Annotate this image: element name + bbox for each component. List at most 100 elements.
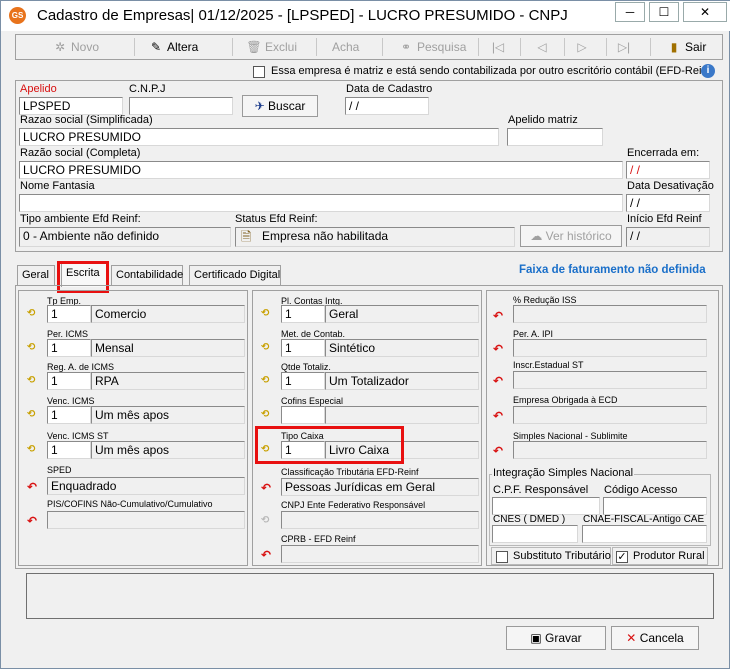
info-icon[interactable]: i: [701, 64, 715, 78]
buscar-button[interactable]: ✈ Buscar: [242, 95, 318, 117]
lookup-arrow-icon[interactable]: ↶: [493, 310, 507, 322]
codigo-acesso-label: Código Acesso: [604, 484, 678, 496]
message-area: [26, 573, 714, 619]
encerrada-field[interactable]: / /: [626, 161, 710, 179]
reg-icms-code[interactable]: 1: [47, 372, 91, 390]
lookup-arrow-icon[interactable]: ↶: [493, 410, 507, 422]
cofins-especial-code[interactable]: [281, 406, 325, 424]
lookup-arrow-icon[interactable]: ⟲: [261, 342, 275, 354]
lookup-arrow-icon[interactable]: ⟲: [27, 409, 41, 421]
cnae-field[interactable]: [582, 525, 707, 543]
next-record-button[interactable]: ▷: [574, 37, 596, 57]
data-cadastro-label: Data de Cadastro: [346, 83, 433, 95]
buscar-label: Buscar: [268, 99, 306, 113]
title-bar: GS Cadastro de Empresas| 01/12/2025 - [L…: [1, 1, 731, 31]
inicio-efd-field: / /: [626, 227, 710, 247]
cnpj-label: C.N.P.J: [129, 83, 166, 95]
per-icms-code[interactable]: 1: [47, 339, 91, 357]
binoculars-icon: ⚭: [400, 40, 412, 54]
data-desativacao-field[interactable]: / /: [626, 194, 710, 212]
inscr-estadual-st-field: [513, 371, 707, 389]
trash-icon: 🗑: [246, 40, 262, 54]
lookup-arrow-icon[interactable]: ↶: [261, 482, 275, 494]
lookup-arrow-icon[interactable]: ⟲: [261, 308, 275, 320]
tab-certificado-digital[interactable]: Certificado Digital: [189, 265, 281, 285]
lookup-arrow-icon[interactable]: ⟲: [261, 375, 275, 387]
reg-icms-desc: RPA: [91, 372, 245, 390]
apelido-matriz-field[interactable]: [507, 128, 603, 146]
pl-contas-code[interactable]: 1: [281, 305, 325, 323]
venc-icms-code[interactable]: 1: [47, 406, 91, 424]
novo-label: Novo: [71, 40, 100, 54]
lookup-arrow-icon[interactable]: ⟲: [261, 515, 275, 527]
tp-emp-code[interactable]: 1: [47, 305, 91, 323]
razao-completa-field[interactable]: LUCRO PRESUMIDO: [19, 161, 623, 179]
minimize-button[interactable]: ─: [615, 2, 645, 22]
tab-contabilidade[interactable]: Contabilidade: [111, 265, 183, 285]
cpf-field[interactable]: [492, 497, 600, 515]
acha-button[interactable]: Acha: [332, 37, 359, 57]
toolbar-separator: [650, 38, 651, 56]
sair-button[interactable]: ▮ Sair: [666, 37, 707, 57]
ver-historico-button[interactable]: ☁ Ver histórico: [520, 225, 622, 247]
lookup-arrow-icon[interactable]: ↶: [27, 481, 41, 493]
tp-emp-desc: Comercio: [91, 305, 245, 323]
cnpj-ente-label: CNPJ Ente Federativo Responsável: [281, 500, 426, 510]
venc-icms-st-code[interactable]: 1: [47, 441, 91, 459]
codigo-acesso-field[interactable]: [603, 497, 707, 515]
venc-icms-desc: Um mês apos: [91, 406, 245, 424]
tab-geral[interactable]: Geral: [17, 265, 55, 285]
last-record-button[interactable]: ▷|: [616, 37, 638, 57]
cnae-label: CNAE-FISCAL-Antigo CAE: [583, 514, 705, 525]
toolbar-separator: [520, 38, 521, 56]
lookup-arrow-icon[interactable]: ⟲: [27, 308, 41, 320]
nome-fantasia-field[interactable]: [19, 194, 623, 212]
app-logo-icon: GS: [9, 7, 26, 24]
tipo-ambiente-field: 0 - Ambiente não definido: [19, 227, 231, 247]
met-contab-code[interactable]: 1: [281, 339, 325, 357]
lookup-arrow-icon[interactable]: ↶: [493, 343, 507, 355]
apelido-field[interactable]: LPSPED: [19, 97, 123, 115]
data-cadastro-field[interactable]: / /: [345, 97, 429, 115]
lookup-arrow-icon[interactable]: ⟲: [27, 342, 41, 354]
lookup-arrow-icon[interactable]: ↶: [261, 549, 275, 561]
new-record-icon: ✲: [54, 40, 66, 54]
razao-simplificada-field[interactable]: LUCRO PRESUMIDO: [19, 128, 499, 146]
lookup-arrow-icon[interactable]: ⟲: [27, 375, 41, 387]
gravar-button[interactable]: ▣ Gravar: [506, 626, 606, 650]
substituto-checkbox[interactable]: [496, 551, 508, 563]
matriz-checkbox[interactable]: [253, 66, 265, 78]
novo-button[interactable]: ✲ Novo: [52, 37, 99, 57]
sped-label: SPED: [47, 465, 72, 475]
integracao-title: Integração Simples Nacional: [492, 467, 635, 479]
lookup-arrow-icon[interactable]: ⟲: [27, 444, 41, 456]
toolbar-separator: [382, 38, 383, 56]
cnes-field[interactable]: [492, 525, 578, 543]
simples-sublimite-label: Simples Nacional - Sublimite: [513, 431, 628, 441]
lookup-arrow-icon[interactable]: ↶: [493, 375, 507, 387]
search-icon: ✈: [254, 99, 265, 113]
met-contab-desc: Sintético: [325, 339, 479, 357]
cancela-button[interactable]: ✕ Cancela: [611, 626, 699, 650]
encerrada-label: Encerrada em:: [627, 147, 700, 159]
sair-label: Sair: [685, 40, 707, 54]
cnpj-field[interactable]: [129, 97, 233, 115]
lookup-arrow-icon[interactable]: ↶: [27, 515, 41, 527]
pesquisa-button[interactable]: ⚭ Pesquisa: [398, 37, 466, 57]
per-ipi-label: Per. A. IPI: [513, 329, 554, 339]
first-record-button[interactable]: |◁: [490, 37, 512, 57]
produtor-checkbox[interactable]: ✓: [616, 551, 628, 563]
pesquisa-label: Pesquisa: [417, 40, 467, 54]
cnes-label: CNES ( DMED ): [493, 514, 566, 525]
maximize-button[interactable]: ☐: [649, 2, 679, 22]
cofins-especial-desc: [325, 406, 479, 424]
altera-button[interactable]: ✎ Altera: [148, 37, 198, 57]
close-button[interactable]: ✕: [683, 2, 727, 22]
lookup-arrow-icon[interactable]: ↶: [493, 445, 507, 457]
exclui-button[interactable]: 🗑 Exclui: [246, 37, 297, 57]
document-icon: 🗎: [241, 229, 252, 244]
prev-record-button[interactable]: ◁: [534, 37, 556, 57]
qtde-totaliz-code[interactable]: 1: [281, 372, 325, 390]
lookup-arrow-icon[interactable]: ⟲: [261, 409, 275, 421]
venc-icms-st-label: Venc. ICMS ST: [47, 431, 109, 441]
